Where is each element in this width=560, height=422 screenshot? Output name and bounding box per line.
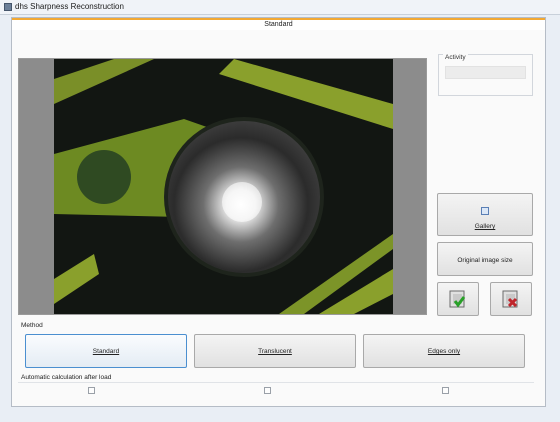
tab-label: Standard (264, 21, 293, 28)
method-edges-only-button[interactable]: Edges only (363, 334, 525, 368)
gallery-button[interactable]: Gallery (437, 193, 533, 236)
method-translucent-button[interactable]: Translucent (194, 334, 356, 368)
original-size-label: Original image size (457, 257, 513, 264)
gallery-label: Gallery (474, 223, 496, 230)
open-image-icon (449, 290, 466, 308)
activity-progress-bar (445, 66, 526, 79)
activity-group: Activity (438, 54, 533, 96)
window-title: dhs Sharpness Reconstruction (15, 2, 124, 11)
close-image-button[interactable] (490, 282, 532, 316)
auto-calc-label: Automatic calculation after load (21, 374, 112, 381)
method-standard-button[interactable]: Standard (25, 334, 187, 368)
auto-calc-edges-only-checkbox[interactable] (442, 387, 449, 394)
tab-standard[interactable]: Standard (12, 18, 545, 30)
original-image-size-button[interactable]: Original image size (437, 242, 533, 276)
image-viewer[interactable] (18, 58, 427, 315)
method-label: Method (21, 322, 43, 329)
close-image-icon (502, 290, 518, 308)
method-standard-label: Standard (92, 348, 120, 355)
app-icon (4, 3, 12, 11)
open-image-button[interactable] (437, 282, 479, 316)
main-window: Standard Activity Gallery Original image… (11, 17, 546, 407)
gallery-icon (481, 207, 489, 215)
auto-calc-group (18, 382, 534, 405)
auto-calc-translucent-checkbox[interactable] (264, 387, 271, 394)
method-edges-only-label: Edges only (427, 348, 461, 355)
microscope-image (54, 59, 393, 314)
auto-calc-standard-checkbox[interactable] (88, 387, 95, 394)
method-translucent-label: Translucent (258, 348, 292, 355)
activity-label: Activity (443, 54, 468, 61)
title-bar: dhs Sharpness Reconstruction (0, 0, 560, 15)
